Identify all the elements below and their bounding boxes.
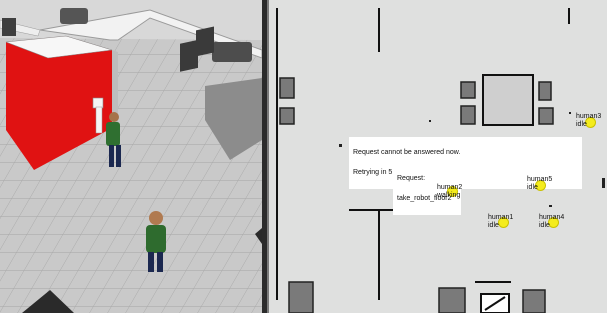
simulation-3d-view[interactable] <box>0 0 262 313</box>
map-box-9 <box>522 289 546 313</box>
simulation-window: Request cannot be answered now. Retrying… <box>0 0 607 313</box>
human4-status: idle <box>539 222 550 229</box>
sim-robot-body <box>95 106 103 134</box>
human2-label: human2 walking <box>437 184 462 200</box>
map-room-large <box>482 74 534 126</box>
map-box-7 <box>288 281 314 313</box>
sim-couch-3 <box>2 18 16 36</box>
request-label-title: Request: <box>397 175 426 182</box>
human2-status: walking <box>437 192 461 199</box>
human5-status: idle <box>527 184 538 191</box>
human2-name: human2 <box>437 184 463 191</box>
map-box-8 <box>438 287 466 313</box>
human3-status: idle <box>576 121 587 128</box>
human1-name: human1 <box>488 214 514 221</box>
request-failed-line1: Request cannot be answered now. <box>353 149 461 156</box>
human3-name: human3 <box>576 113 602 120</box>
human5-label: human5 idle <box>527 176 552 192</box>
human3-label: human3 idle <box>576 113 601 129</box>
occupancy-map-view[interactable]: Request cannot be answered now. Retrying… <box>269 0 607 313</box>
human5-name: human5 <box>527 176 553 183</box>
simulation-scene <box>0 0 262 313</box>
map-box-1 <box>279 77 295 99</box>
sim-chair-2 <box>196 26 214 57</box>
human4-name: human4 <box>539 214 565 221</box>
sim-couch-2 <box>212 42 252 62</box>
sim-couch-1 <box>60 8 88 24</box>
human1-status: idle <box>488 222 499 229</box>
sim-robot <box>92 97 104 109</box>
human4-label: human4 idle <box>539 214 564 230</box>
map-box-4 <box>460 105 476 125</box>
map-box-6 <box>538 107 554 125</box>
map-box-3 <box>460 81 476 99</box>
sim-chair-1 <box>180 39 198 72</box>
human1-label: human1 idle <box>488 214 513 230</box>
map-box-2 <box>279 107 295 125</box>
map-box-5 <box>538 81 552 101</box>
